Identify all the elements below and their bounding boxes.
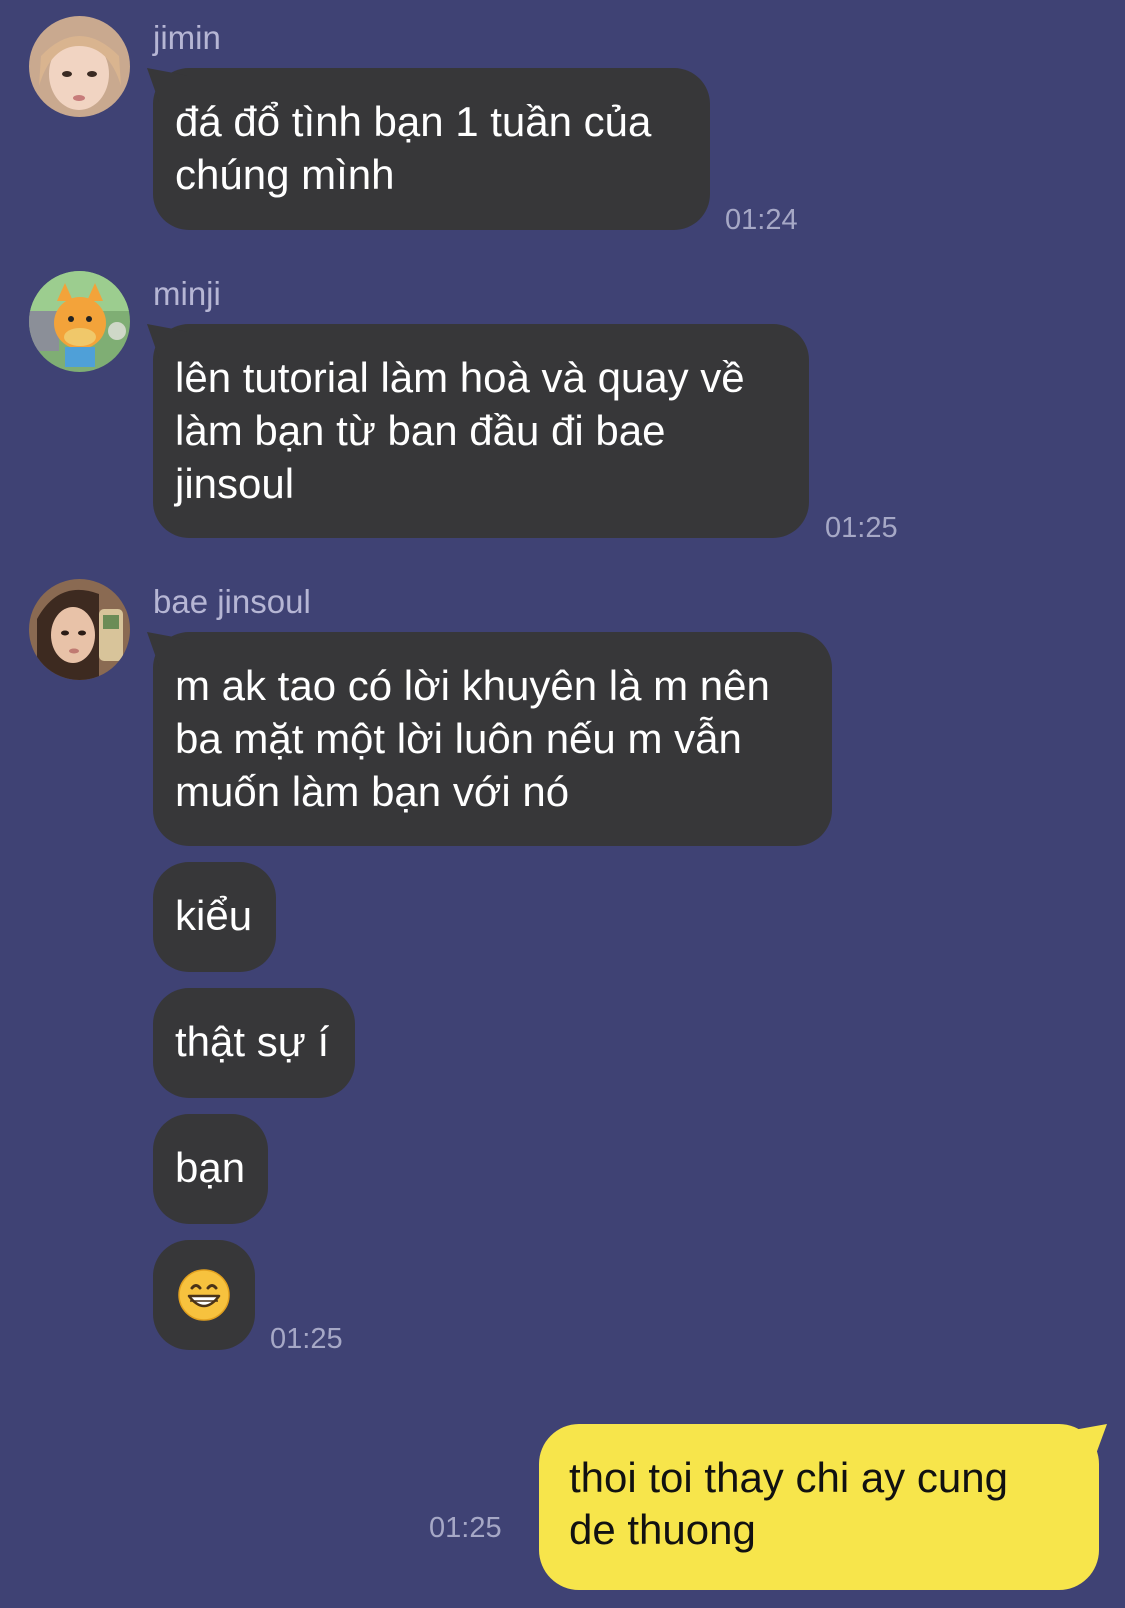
message-bubble[interactable]: m ak tao có lời khuyên là m nên ba mặt m… bbox=[153, 632, 832, 846]
cartoon-cat-avatar-icon bbox=[29, 271, 130, 372]
message-text-line: thật sự í bbox=[175, 1018, 330, 1065]
grinning-face-icon bbox=[178, 1269, 230, 1321]
minji-avatar[interactable] bbox=[29, 271, 130, 372]
message-bubble[interactable]: bạn bbox=[153, 1114, 268, 1224]
message-text-line: làm bạn từ ban đầu đi bae bbox=[175, 407, 666, 454]
jinsoul-avatar[interactable] bbox=[29, 579, 130, 680]
sender-name: minji bbox=[153, 275, 221, 312]
emoji-bubble[interactable] bbox=[153, 1240, 255, 1350]
message-text-line: chúng mình bbox=[175, 151, 395, 198]
message-text-line: bạn bbox=[175, 1144, 246, 1191]
message-text-line: muốn làm bạn với nó bbox=[175, 768, 570, 815]
message-timestamp: 01:25 bbox=[270, 1323, 343, 1355]
message-text-line: ba mặt một lời luôn nếu m vẫn bbox=[175, 715, 742, 762]
message-text-line: jinsoul bbox=[175, 460, 295, 507]
message-text-line: thoi toi thay chi ay cung bbox=[569, 1454, 1008, 1501]
outgoing-message-bubble[interactable]: thoi toi thay chi ay cung de thuong bbox=[539, 1424, 1099, 1590]
user-avatar-photo-icon bbox=[29, 16, 130, 117]
sender-name: bae jinsoul bbox=[153, 583, 311, 620]
message-timestamp: 01:25 bbox=[429, 1512, 502, 1544]
message-text-line: kiểu bbox=[175, 892, 253, 939]
message-timestamp: 01:24 bbox=[725, 204, 798, 236]
chat-thread[interactable]: jimin đá đổ tình bạn 1 tuần của chúng mì… bbox=[0, 0, 1125, 1608]
message-bubble[interactable]: kiểu bbox=[153, 862, 276, 972]
message-timestamp: 01:25 bbox=[825, 512, 898, 544]
message-bubble[interactable]: lên tutorial làm hoà và quay về làm bạn … bbox=[153, 324, 809, 538]
user-avatar-photo-icon bbox=[29, 579, 130, 680]
message-text-line: m ak tao có lời khuyên là m nên bbox=[175, 662, 770, 709]
message-bubble[interactable]: thật sự í bbox=[153, 988, 355, 1098]
message-text-line: de thuong bbox=[569, 1506, 756, 1553]
jimin-avatar[interactable] bbox=[29, 16, 130, 117]
sender-name: jimin bbox=[153, 19, 221, 56]
message-bubble[interactable]: đá đổ tình bạn 1 tuần của chúng mình bbox=[153, 68, 710, 230]
message-text-line: đá đổ tình bạn 1 tuần của bbox=[175, 98, 652, 145]
message-text-line: lên tutorial làm hoà và quay về bbox=[175, 354, 745, 401]
